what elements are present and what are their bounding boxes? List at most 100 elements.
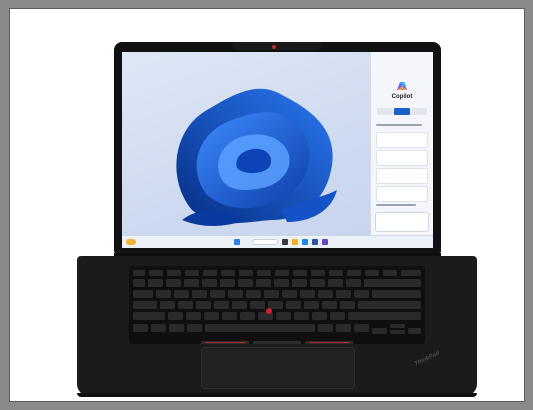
key <box>401 270 421 276</box>
key <box>133 301 157 309</box>
key <box>174 290 189 298</box>
key <box>196 301 211 309</box>
key <box>312 312 327 320</box>
key <box>167 270 181 276</box>
key <box>275 270 289 276</box>
key <box>168 312 183 320</box>
copilot-tab[interactable] <box>411 108 427 115</box>
key <box>187 324 202 332</box>
copilot-text-line <box>376 124 422 126</box>
laptop-screen: Copilot <box>122 52 433 248</box>
key <box>149 270 163 276</box>
arrow-key <box>390 330 405 334</box>
app-icon[interactable] <box>282 239 288 245</box>
key <box>228 290 243 298</box>
key <box>184 279 199 287</box>
key <box>133 279 145 287</box>
key <box>292 279 307 287</box>
key <box>293 270 307 276</box>
key <box>239 270 253 276</box>
copilot-text-line <box>376 204 416 206</box>
key <box>185 270 199 276</box>
taskbar-icons <box>234 239 240 245</box>
image-frame: Copilot ThinkPad <box>9 8 525 402</box>
taskbar-search[interactable] <box>252 239 278 245</box>
key <box>133 324 148 332</box>
folder-icon[interactable] <box>292 239 298 245</box>
key <box>220 279 235 287</box>
key <box>322 301 337 309</box>
key <box>210 290 225 298</box>
taskbar-app-icons <box>282 239 328 245</box>
key <box>346 279 361 287</box>
key <box>133 270 145 276</box>
key <box>204 312 219 320</box>
copilot-suggestion-card[interactable] <box>376 150 428 166</box>
copilot-tab[interactable] <box>394 108 410 115</box>
copilot-suggestion-card[interactable] <box>376 168 428 184</box>
copilot-tab[interactable] <box>377 108 393 115</box>
weather-icon <box>126 239 136 245</box>
start-icon[interactable] <box>234 239 240 245</box>
trackpoint <box>266 308 272 314</box>
key <box>328 279 343 287</box>
key <box>336 290 351 298</box>
copilot-icon[interactable] <box>322 239 328 245</box>
edge-icon[interactable] <box>302 239 308 245</box>
copilot-logo-icon <box>397 82 407 90</box>
key <box>203 270 217 276</box>
key <box>274 279 289 287</box>
touchpad <box>201 347 355 389</box>
key <box>310 279 325 287</box>
arrow-key <box>408 328 421 334</box>
key <box>178 301 193 309</box>
keyboard <box>129 266 425 344</box>
key <box>365 270 379 276</box>
copilot-title: Copilot <box>391 94 413 100</box>
key <box>133 290 153 298</box>
key <box>294 312 309 320</box>
left-button-stripe <box>205 342 245 343</box>
key <box>347 270 361 276</box>
app-icon[interactable] <box>312 239 318 245</box>
arrow-key <box>390 324 405 328</box>
key <box>151 324 166 332</box>
key <box>311 270 325 276</box>
bloom-wallpaper <box>176 88 337 226</box>
copilot-input[interactable] <box>375 212 429 232</box>
key <box>156 290 171 298</box>
camera-icon <box>272 45 276 49</box>
key <box>329 270 343 276</box>
key <box>192 290 207 298</box>
spacebar <box>205 324 315 332</box>
key <box>240 312 255 320</box>
camera-notch <box>232 42 322 50</box>
copilot-suggestion-card[interactable] <box>376 186 428 202</box>
key <box>364 279 421 287</box>
key <box>160 301 175 309</box>
base-front-edge <box>77 393 477 397</box>
key <box>257 270 271 276</box>
key <box>282 290 297 298</box>
key <box>250 301 265 309</box>
copilot-suggestion-card[interactable] <box>376 132 428 148</box>
key <box>340 301 355 309</box>
key <box>300 290 315 298</box>
key <box>304 301 319 309</box>
key <box>318 290 333 298</box>
copilot-style-tabs[interactable] <box>377 108 427 115</box>
key <box>354 290 369 298</box>
key <box>238 279 253 287</box>
key <box>133 312 165 320</box>
laptop-lid: Copilot <box>114 42 441 253</box>
key <box>256 279 271 287</box>
key <box>214 301 229 309</box>
key <box>264 290 279 298</box>
thinkpad-logo: ThinkPad <box>413 350 441 368</box>
key <box>358 301 421 309</box>
copilot-panel: Copilot <box>370 52 433 236</box>
key <box>166 279 181 287</box>
arrow-key <box>372 328 387 334</box>
key <box>348 312 421 320</box>
right-button-stripe <box>309 342 349 343</box>
